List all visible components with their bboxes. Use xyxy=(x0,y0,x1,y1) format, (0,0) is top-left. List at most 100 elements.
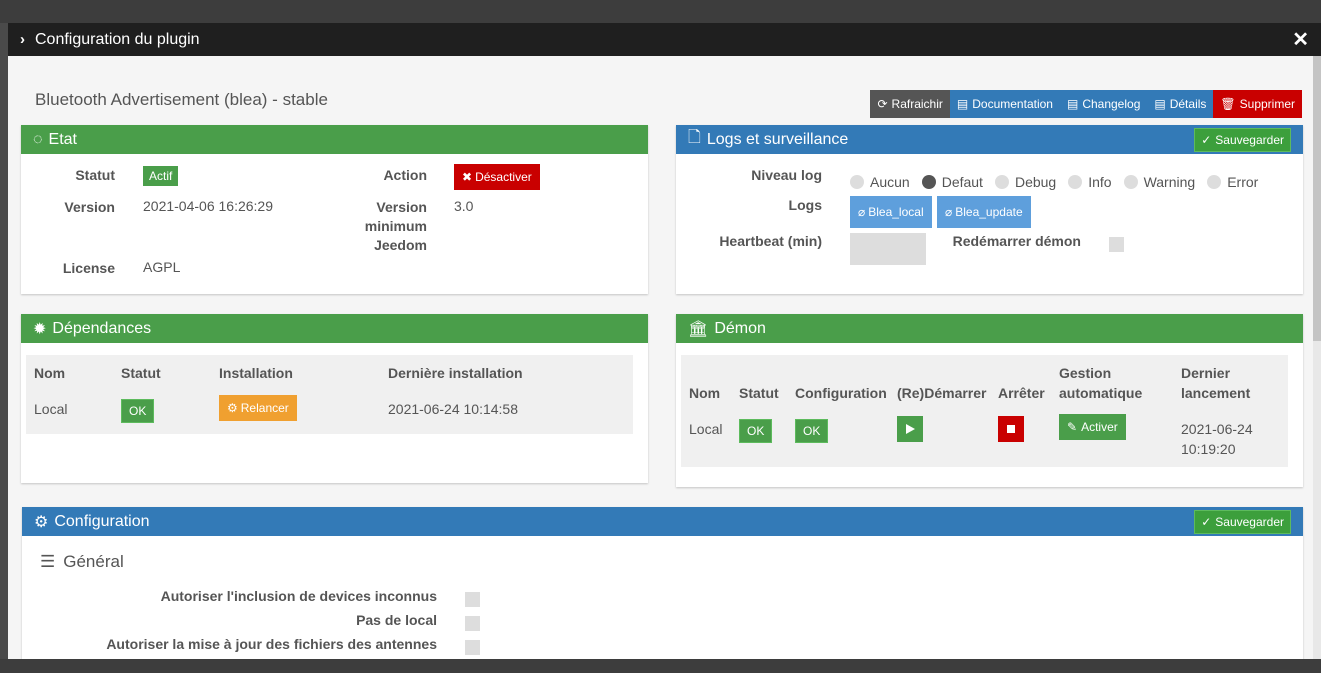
modal-scrollbar[interactable] xyxy=(1313,56,1321,659)
demon-nom: Local xyxy=(689,421,723,437)
details-button[interactable]: ▤ Détails xyxy=(1147,90,1214,118)
book-icon: ▤ xyxy=(1066,97,1079,111)
documentation-button[interactable]: ▤ Documentation xyxy=(949,90,1060,118)
blea-update-log-button[interactable]: ⌀ Blea_update xyxy=(937,196,1031,228)
trash-icon: 🗑 xyxy=(1220,97,1236,111)
col-nom: Nom xyxy=(34,365,66,381)
demon-config-badge: OK xyxy=(795,419,829,443)
option-maj-antennes-checkbox[interactable] xyxy=(465,640,480,655)
configuration-panel: ⚙ Configuration ✓ Sauvegarder ☰ Général … xyxy=(22,507,1303,659)
activer-gestion-button[interactable]: ✎ Activer xyxy=(1059,414,1126,440)
action-label: Action xyxy=(383,167,427,183)
option-pas-de-local-checkbox[interactable] xyxy=(465,616,480,631)
configuration-title: Configuration xyxy=(54,512,150,530)
blea-update-label: Blea_update xyxy=(955,205,1023,219)
radio-label: Error xyxy=(1227,174,1259,190)
file-icon: 🗋 xyxy=(688,129,701,146)
log-level-radio-group: Aucun Defaut Debug Info Warning Error xyxy=(850,174,1270,190)
radio-label: Warning xyxy=(1143,174,1196,190)
magic-wand-icon: ✎ xyxy=(1067,420,1078,434)
logs-save-button[interactable]: ✓ Sauvegarder xyxy=(1194,127,1291,152)
radio-defaut[interactable]: Defaut xyxy=(921,174,983,190)
radio-info[interactable]: Info xyxy=(1068,174,1112,190)
scrollbar-thumb[interactable] xyxy=(1313,56,1321,341)
heartbeat-input[interactable] xyxy=(850,233,926,265)
col-dernier-1: Dernier xyxy=(1181,365,1231,381)
bank-icon: 🏛 xyxy=(688,320,709,338)
option-inclusion-checkbox[interactable] xyxy=(465,592,480,607)
changelog-button[interactable]: ▤ Changelog xyxy=(1059,90,1148,118)
modal-content: Bluetooth Advertisement (blea) - stable … xyxy=(8,56,1313,659)
demon-date-1: 2021-06-24 xyxy=(1181,421,1253,437)
refresh-icon: ⟳ xyxy=(877,97,888,111)
deactivate-button[interactable]: ✖ Désactiver xyxy=(454,164,540,190)
config-save-button[interactable]: ✓ Sauvegarder xyxy=(1194,509,1291,534)
restart-daemon-checkbox[interactable] xyxy=(1109,237,1124,252)
blea-local-log-button[interactable]: ⌀ Blea_local xyxy=(850,196,932,228)
version-min-label-1: Version xyxy=(376,199,427,215)
radio-error[interactable]: Error xyxy=(1207,174,1258,190)
statut-label: Statut xyxy=(75,167,115,183)
radio-dot xyxy=(1207,175,1222,189)
delete-button[interactable]: 🗑 Supprimer xyxy=(1213,90,1302,118)
book-icon: ▤ xyxy=(956,97,969,111)
restart-daemon-button[interactable] xyxy=(897,416,923,442)
etat-panel: ◌ Etat Statut Actif Action ✖ Désactiver … xyxy=(21,125,648,294)
gears-icon: ⚙ xyxy=(34,513,49,531)
close-icon[interactable]: ✕ xyxy=(1292,27,1309,52)
col-nom: Nom xyxy=(689,385,721,401)
radio-label: Info xyxy=(1088,174,1112,190)
refresh-label: Rafraichir xyxy=(891,97,943,111)
background-bottom xyxy=(0,659,1321,673)
demon-date-2: 10:19:20 xyxy=(1181,441,1236,457)
radio-dot-selected xyxy=(921,175,936,189)
config-save-label: Sauvegarder xyxy=(1215,514,1284,529)
plugin-config-modal: › Configuration du plugin ✕ Bluetooth Ad… xyxy=(8,23,1321,659)
demon-header: 🏛 Démon xyxy=(676,314,1303,343)
option-pas-de-local-label: Pas de local xyxy=(356,612,437,628)
logs-panel: 🗋 Logs et surveillance ✓ Sauvegarder Niv… xyxy=(676,125,1303,294)
etat-header: ◌ Etat xyxy=(21,125,648,154)
x-icon: ✖ xyxy=(462,170,473,184)
dep-date: 2021-06-24 10:14:58 xyxy=(388,401,518,417)
radio-label: Debug xyxy=(1014,174,1057,190)
stop-icon xyxy=(1007,425,1015,433)
dep-statut-badge: OK xyxy=(121,399,155,423)
radio-warning[interactable]: Warning xyxy=(1123,174,1196,190)
changelog-label: Changelog xyxy=(1082,97,1141,111)
relancer-button[interactable]: ⚙ Relancer xyxy=(219,395,297,421)
paperclip-icon: ⌀ xyxy=(945,205,953,219)
radio-aucun[interactable]: Aucun xyxy=(850,174,910,190)
demon-statut-badge: OK xyxy=(739,419,773,443)
bicycle-icon: ⚙ xyxy=(227,401,238,415)
col-dernier-2: lancement xyxy=(1181,385,1251,401)
col-statut: Statut xyxy=(121,365,161,381)
version-min-label-3: Jeedom xyxy=(374,237,427,253)
stop-daemon-button[interactable] xyxy=(998,416,1024,442)
radio-dot xyxy=(1068,175,1083,189)
book-icon: ▤ xyxy=(1154,97,1166,111)
radio-dot xyxy=(1123,175,1138,189)
play-icon xyxy=(906,424,915,434)
license-label: License xyxy=(62,260,115,276)
refresh-button[interactable]: ⟳ Rafraichir xyxy=(870,90,950,118)
version-label: Version xyxy=(64,199,115,215)
option-maj-antennes-label: Autoriser la mise à jour des fichiers de… xyxy=(106,636,437,652)
deactivate-label: Désactiver xyxy=(475,170,532,184)
gear-icon: ✹ xyxy=(33,320,47,338)
list-icon: ☰ xyxy=(40,552,56,571)
niveau-log-label: Niveau log xyxy=(751,167,822,183)
radio-debug[interactable]: Debug xyxy=(994,174,1057,190)
section-general-title: Général xyxy=(63,552,124,571)
chevron-right-icon: › xyxy=(20,31,25,48)
details-label: Détails xyxy=(1169,97,1207,111)
logs-label: Logs xyxy=(788,197,822,213)
relancer-label: Relancer xyxy=(240,401,289,415)
restart-daemon-label: Redémarrer démon xyxy=(952,233,1081,249)
logs-title: Logs et surveillance xyxy=(706,130,849,148)
paperclip-icon: ⌀ xyxy=(858,205,866,219)
check-circle-icon: ✓ xyxy=(1201,132,1212,147)
dependances-panel: ✹ Dépendances Nom Statut Installation De… xyxy=(21,314,648,483)
modal-titlebar: › Configuration du plugin ✕ xyxy=(8,23,1321,56)
plugin-toolbar: ⟳ Rafraichir ▤ Documentation ▤ Changelog… xyxy=(870,90,1302,118)
